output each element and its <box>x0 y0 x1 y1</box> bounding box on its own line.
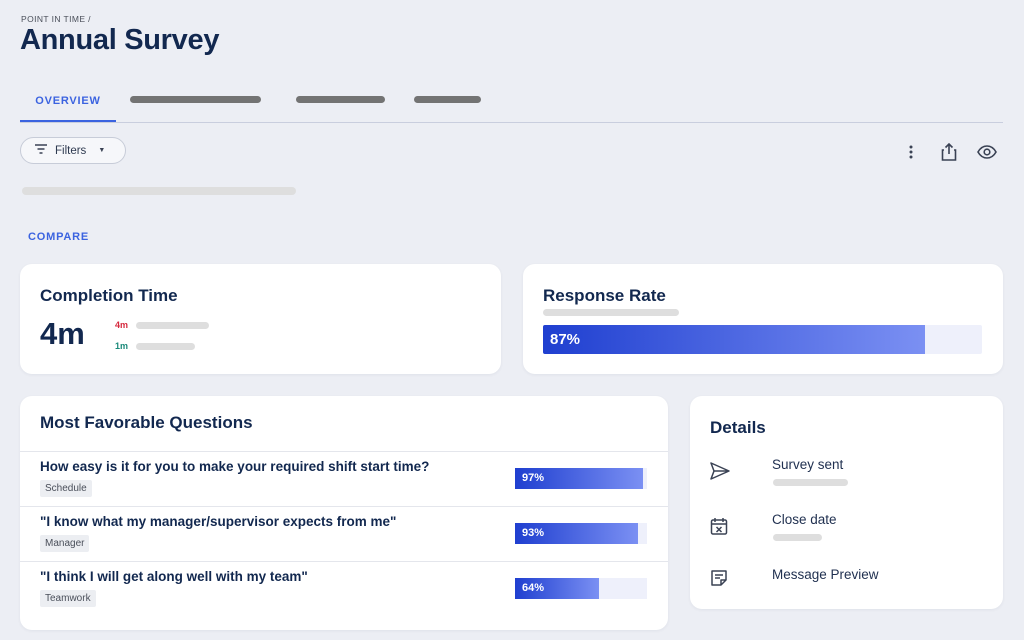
tab-bar: OVERVIEW <box>20 88 1003 123</box>
question-score-value: 64% <box>522 582 545 594</box>
calendar-close-icon <box>710 517 730 537</box>
detail-label: Survey sent <box>772 457 844 472</box>
question-tag: Teamwork <box>40 590 96 607</box>
breadcrumb[interactable]: POINT IN TIME / <box>21 14 91 24</box>
question-text: How easy is it for you to make your requ… <box>40 459 430 474</box>
question-row[interactable]: "I think I will get along well with my t… <box>20 561 668 616</box>
eye-icon[interactable] <box>976 141 998 163</box>
question-row[interactable]: How easy is it for you to make your requ… <box>20 451 668 506</box>
response-rate-title: Response Rate <box>543 286 666 305</box>
detail-close-date: Close date <box>710 512 980 552</box>
response-rate-value: 87% <box>550 331 581 348</box>
more-vertical-icon[interactable] <box>900 141 922 163</box>
filters-label: Filters <box>55 144 87 157</box>
response-rate-placeholder <box>543 309 679 316</box>
favorable-questions-title: Most Favorable Questions <box>40 413 253 432</box>
tab-placeholder[interactable] <box>130 96 261 103</box>
response-rate-fill <box>543 325 925 354</box>
question-score-bar: 93% <box>515 523 647 544</box>
comparison-value-high: 4m <box>115 320 129 330</box>
details-card: Details Survey sent Close date Message P… <box>690 396 1003 609</box>
share-icon[interactable] <box>938 141 960 163</box>
details-title: Details <box>710 418 766 437</box>
completion-time-value: 4m <box>40 316 85 351</box>
message-preview-icon <box>710 569 730 589</box>
question-tag: Schedule <box>40 480 92 497</box>
question-tag: Manager <box>40 535 90 552</box>
loading-placeholder <box>22 187 296 195</box>
page-title: Annual Survey <box>20 24 220 56</box>
compare-link[interactable]: COMPARE <box>28 231 89 243</box>
send-icon <box>710 462 730 482</box>
detail-label: Message Preview <box>772 567 879 582</box>
response-rate-bar: 87% <box>543 325 982 354</box>
detail-survey-sent: Survey sent <box>710 457 980 497</box>
detail-label: Close date <box>772 512 837 527</box>
comparison-placeholder <box>136 322 209 329</box>
tab-overview[interactable]: OVERVIEW <box>20 88 116 122</box>
comparison-placeholder <box>136 343 195 350</box>
tab-placeholder[interactable] <box>296 96 385 103</box>
detail-message-preview[interactable]: Message Preview <box>710 567 980 607</box>
caret-down-icon: ▼ <box>98 147 106 154</box>
favorable-questions-card: Most Favorable Questions How easy is it … <box>20 396 668 630</box>
detail-value-placeholder <box>773 479 848 486</box>
filters-button[interactable]: Filters ▼ <box>20 137 126 164</box>
question-score-bar: 64% <box>515 578 647 599</box>
question-row[interactable]: "I know what my manager/supervisor expec… <box>20 506 668 561</box>
question-score-value: 97% <box>522 472 545 484</box>
completion-time-title: Completion Time <box>40 286 178 305</box>
completion-time-card: Completion Time 4m 4m 1m <box>20 264 501 374</box>
response-rate-card: Response Rate 87% <box>523 264 1003 374</box>
page: POINT IN TIME / Annual Survey OVERVIEW F… <box>0 0 1024 640</box>
detail-value-placeholder <box>773 534 822 541</box>
question-score-value: 93% <box>522 527 545 539</box>
question-text: "I know what my manager/supervisor expec… <box>40 514 397 529</box>
tab-placeholder[interactable] <box>414 96 481 103</box>
question-score-bar: 97% <box>515 468 647 489</box>
comparison-value-low: 1m <box>115 341 129 351</box>
filter-icon <box>35 144 47 157</box>
question-text: "I think I will get along well with my t… <box>40 569 308 584</box>
